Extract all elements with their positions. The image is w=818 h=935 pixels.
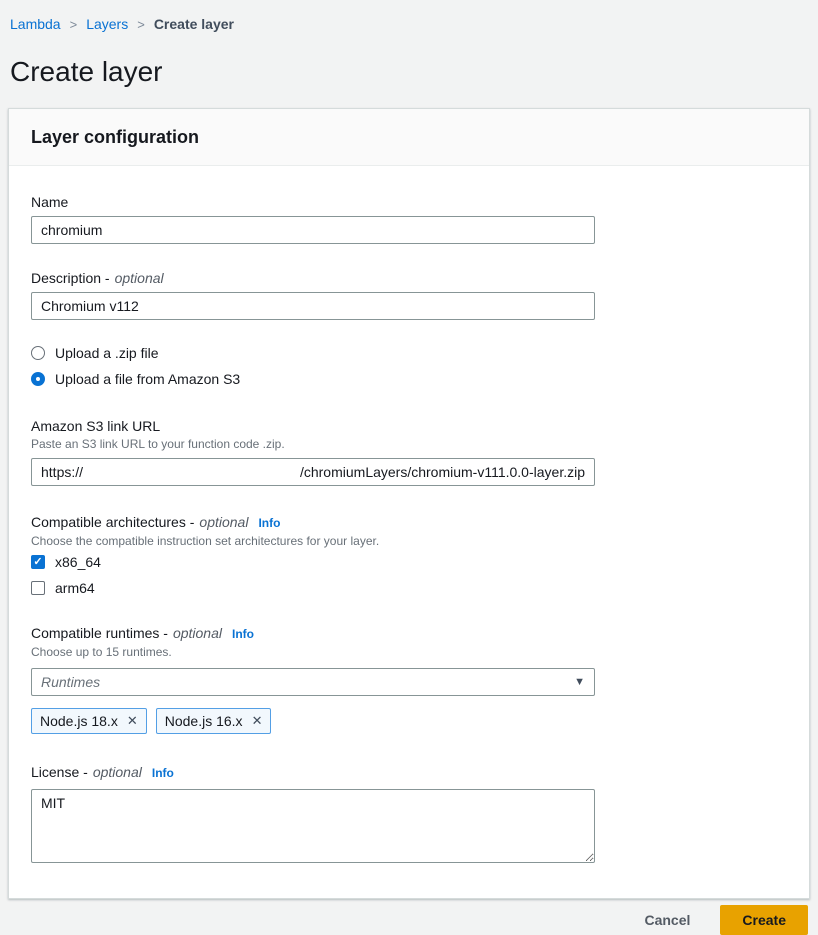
s3-url-hint: Paste an S3 link URL to your function co… — [31, 436, 787, 452]
panel-title: Layer configuration — [31, 126, 787, 148]
breadcrumb-link-lambda[interactable]: Lambda — [10, 15, 61, 34]
architectures-label: Compatible architectures - optional Info — [31, 512, 787, 533]
name-label: Name — [31, 192, 787, 212]
runtimes-info-link[interactable]: Info — [232, 624, 254, 644]
description-input[interactable] — [31, 292, 595, 320]
license-label-text: License - — [31, 762, 88, 782]
checkbox-unchecked-icon — [31, 581, 45, 595]
runtimes-token-row: Node.js 18.x ✕ Node.js 16.x ✕ — [31, 708, 787, 734]
radio-unselected-icon — [31, 346, 45, 360]
name-input[interactable] — [31, 216, 595, 244]
description-label-text: Description - — [31, 268, 110, 288]
breadcrumb-separator-icon: > — [70, 15, 78, 34]
runtime-token-label: Node.js 18.x — [40, 713, 118, 729]
license-info-link[interactable]: Info — [152, 763, 174, 783]
radio-selected-icon — [31, 372, 45, 386]
runtime-token-nodejs16[interactable]: Node.js 16.x ✕ — [156, 708, 272, 734]
form-actions: Cancel Create — [0, 899, 818, 935]
s3-url-input[interactable]: https:// /chromiumLayers/chromium-v111.0… — [31, 458, 595, 486]
caret-down-icon: ▼ — [574, 676, 585, 688]
runtimes-optional-text: optional — [173, 623, 222, 643]
cancel-button[interactable]: Cancel — [626, 906, 708, 934]
architectures-optional-text: optional — [199, 512, 248, 532]
license-field: License - optional Info MIT — [31, 762, 787, 868]
architectures-checkbox-group: ✓ x86_64 arm64 — [31, 553, 787, 597]
checkbox-checked-icon: ✓ — [31, 555, 45, 569]
license-textarea[interactable]: MIT — [31, 789, 595, 863]
description-field: Description - optional — [31, 268, 787, 320]
runtimes-hint: Choose up to 15 runtimes. — [31, 644, 787, 660]
radio-upload-zip[interactable]: Upload a .zip file — [31, 344, 787, 362]
architectures-label-text: Compatible architectures - — [31, 512, 194, 532]
checkbox-arm64[interactable]: arm64 — [31, 579, 787, 597]
breadcrumb-link-layers[interactable]: Layers — [86, 15, 128, 34]
token-close-icon[interactable]: ✕ — [252, 713, 263, 729]
s3-url-prefix: https:// — [41, 464, 83, 480]
checkbox-arm64-label: arm64 — [55, 580, 95, 596]
page-title: Create layer — [10, 55, 818, 89]
breadcrumb: Lambda > Layers > Create layer — [0, 0, 818, 34]
runtime-token-nodejs18[interactable]: Node.js 18.x ✕ — [31, 708, 147, 734]
token-close-icon[interactable]: ✕ — [127, 713, 138, 729]
architectures-field: Compatible architectures - optional Info… — [31, 512, 787, 597]
radio-upload-s3[interactable]: Upload a file from Amazon S3 — [31, 370, 787, 388]
name-field: Name — [31, 192, 787, 244]
s3-url-suffix: /chromiumLayers/chromium-v111.0.0-layer.… — [300, 464, 585, 480]
runtime-token-label: Node.js 16.x — [165, 713, 243, 729]
checkbox-x86-64-label: x86_64 — [55, 554, 101, 570]
s3-url-field: Amazon S3 link URL Paste an S3 link URL … — [31, 416, 787, 486]
runtimes-field: Compatible runtimes - optional Info Choo… — [31, 623, 787, 734]
radio-upload-zip-label: Upload a .zip file — [55, 345, 159, 361]
runtimes-label: Compatible runtimes - optional Info — [31, 623, 787, 644]
layer-configuration-panel: Layer configuration Name Description - o… — [8, 108, 810, 899]
runtimes-select[interactable]: Runtimes ▼ — [31, 668, 595, 696]
s3-url-label: Amazon S3 link URL — [31, 416, 787, 436]
upload-source-radio-group: Upload a .zip file Upload a file from Am… — [31, 344, 787, 388]
license-optional-text: optional — [93, 762, 142, 782]
panel-header: Layer configuration — [9, 109, 809, 166]
runtimes-label-text: Compatible runtimes - — [31, 623, 168, 643]
breadcrumb-current: Create layer — [154, 15, 234, 34]
description-optional-text: optional — [115, 268, 164, 288]
breadcrumb-separator-icon: > — [137, 15, 145, 34]
architectures-info-link[interactable]: Info — [258, 513, 280, 533]
license-label: License - optional Info — [31, 762, 787, 783]
panel-body: Name Description - optional Upload a .zi… — [9, 166, 809, 898]
runtimes-select-placeholder: Runtimes — [41, 674, 100, 690]
checkbox-x86-64[interactable]: ✓ x86_64 — [31, 553, 787, 571]
radio-upload-s3-label: Upload a file from Amazon S3 — [55, 371, 240, 387]
description-label: Description - optional — [31, 268, 787, 288]
architectures-hint: Choose the compatible instruction set ar… — [31, 533, 787, 549]
